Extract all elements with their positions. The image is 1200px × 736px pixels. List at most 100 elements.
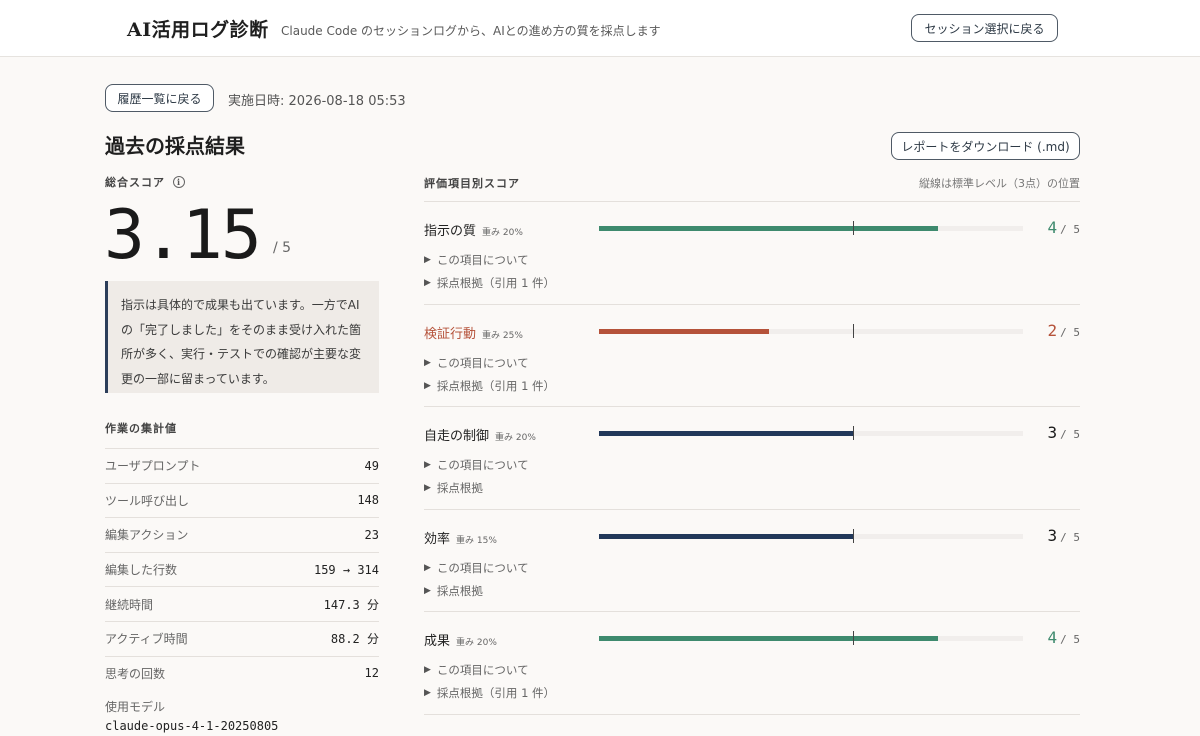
back-to-session-button[interactable]: セッション選択に戻る: [911, 14, 1058, 42]
score-bar-fill: [599, 431, 854, 437]
about-expander[interactable]: ▶ この項目について: [424, 560, 529, 576]
about-expander-label: この項目について: [436, 355, 529, 370]
evidence-expander[interactable]: ▶ 採点根拠: [424, 480, 483, 496]
triangle-right-icon: ▶: [424, 278, 431, 288]
evidence-expander-label: 採点根拠（引用 1 件）: [436, 686, 556, 701]
model-value: claude-opus-4-1-20250805: [105, 719, 279, 733]
standard-level-marker: [853, 323, 855, 338]
overall-summary: 指示は具体的で成果も出ています。一方でAIの「完了しました」をそのまま受け入れた…: [105, 281, 379, 393]
stat-value: 159 → 314: [313, 562, 379, 577]
score-bar-track: [599, 528, 1023, 543]
criterion-row: 成果 重み 20% 4/ 5 ▶ この項目について ▶ 採点根拠（引用 1 件）: [424, 611, 1080, 714]
stat-value: 147.3 分: [323, 597, 379, 612]
stat-row: 編集した行数 159 → 314: [105, 551, 379, 587]
app-title: AI活用ログ診断: [127, 19, 269, 41]
evidence-expander[interactable]: ▶ 採点根拠: [424, 583, 483, 599]
criterion-score-denominator: / 5: [1060, 530, 1080, 544]
score-bar-fill: [599, 226, 939, 231]
triangle-right-icon: ▶: [424, 585, 431, 596]
stat-label: アクティブ時間: [105, 632, 188, 647]
score-bar-fill: [599, 533, 854, 539]
stat-row: 思考の回数 12: [105, 655, 379, 691]
overall-score-label-text: 総合スコア: [105, 176, 165, 189]
triangle-right-icon: ▶: [424, 665, 431, 676]
stat-label: ツール呼び出し: [105, 493, 190, 508]
overall-score: 3.15: [104, 196, 262, 275]
criterion-name: 検証行動 重み 25%: [424, 323, 523, 342]
stat-value: 148: [357, 493, 379, 508]
evidence-expander[interactable]: ▶ 採点根拠（引用 1 件）: [424, 378, 555, 394]
criterion-weight: 重み 25%: [482, 330, 523, 341]
about-expander[interactable]: ▶ この項目について: [424, 355, 529, 371]
criterion-score: 2/ 5: [1047, 321, 1080, 340]
criterion-score-denominator: / 5: [1060, 633, 1080, 647]
about-expander-label: この項目について: [436, 560, 529, 575]
criterion-weight: 重み 15%: [456, 535, 497, 546]
criteria-divider: [424, 714, 1080, 715]
criterion-score-denominator: / 5: [1060, 325, 1080, 339]
criteria-list: 指示の質 重み 20% 4/ 5 ▶ この項目について ▶ 採点根拠（引用 1 件） 検証行動…: [424, 201, 1080, 714]
criterion-name: 自走の制御 重み 20%: [424, 425, 536, 444]
stat-label: 編集アクション: [105, 528, 189, 543]
criteria-note: 縦線は標準レベル（3点）の位置: [919, 177, 1080, 190]
about-expander-label: この項目について: [436, 663, 529, 678]
stats-list: ユーザプロンプト 49 ツール呼び出し 148 編集アクション 23 編集した行数 159 →…: [105, 448, 379, 690]
about-expander[interactable]: ▶ この項目について: [424, 252, 529, 268]
about-expander-label: この項目について: [436, 458, 529, 473]
evidence-expander-label: 採点根拠: [436, 583, 483, 598]
stat-row: アクティブ時間 88.2 分: [105, 620, 379, 656]
score-bar-track: [599, 631, 1023, 646]
criterion-name-text: 成果: [424, 634, 451, 650]
score-bar-fill: [599, 328, 769, 334]
criterion-score-value: 2: [1047, 320, 1058, 340]
score-bar-track: [599, 221, 1023, 235]
model-label: 使用モデル: [105, 700, 166, 714]
criterion-name-text: 自走の制御: [424, 429, 490, 445]
criterion-weight: 重み 20%: [456, 638, 497, 649]
evidence-expander[interactable]: ▶ 採点根拠（引用 1 件）: [424, 275, 555, 291]
criterion-weight: 重み 20%: [482, 228, 523, 238]
stat-row: ツール呼び出し 148: [105, 482, 379, 518]
stat-row: 編集アクション 23: [105, 517, 379, 552]
evidence-expander[interactable]: ▶ 採点根拠（引用 1 件）: [424, 685, 555, 701]
standard-level-marker: [853, 221, 855, 235]
triangle-right-icon: ▶: [424, 688, 431, 699]
criterion-name-text: 検証行動: [424, 326, 477, 342]
stat-value: 49: [364, 458, 379, 473]
overall-score-label: 総合スコア i: [105, 174, 185, 190]
stat-label: 編集した行数: [105, 563, 178, 578]
stats-heading: 作業の集計値: [105, 422, 177, 435]
criterion-score: 4/ 5: [1047, 218, 1080, 237]
triangle-right-icon: ▶: [424, 255, 431, 265]
overall-score-denominator: / 5: [273, 240, 292, 256]
info-icon[interactable]: i: [173, 176, 185, 188]
evidence-expander-label: 採点根拠: [436, 481, 483, 496]
criterion-score: 4/ 5: [1047, 628, 1080, 647]
about-expander[interactable]: ▶ この項目について: [424, 457, 529, 473]
stat-label: 継続時間: [105, 597, 154, 612]
criterion-row: 指示の質 重み 20% 4/ 5 ▶ この項目について ▶ 採点根拠（引用 1 件）: [424, 201, 1080, 304]
stat-value: 12: [364, 666, 379, 681]
stat-value: 23: [364, 527, 379, 542]
triangle-right-icon: ▶: [424, 483, 431, 494]
download-report-button[interactable]: レポートをダウンロード (.md): [891, 132, 1080, 160]
stat-row: 継続時間 147.3 分: [105, 586, 379, 621]
criterion-score-value: 4: [1047, 628, 1058, 648]
score-bar-track: [599, 426, 1023, 441]
criterion-score-value: 3: [1047, 423, 1058, 443]
stat-label: ユーザプロンプト: [105, 459, 201, 474]
criterion-weight: 重み 20%: [495, 433, 536, 444]
back-to-history-button[interactable]: 履歴一覧に戻る: [105, 84, 214, 112]
criterion-score: 3/ 5: [1047, 526, 1080, 545]
about-expander[interactable]: ▶ この項目について: [424, 662, 529, 678]
criterion-name: 指示の質 重み 20%: [424, 220, 523, 239]
evidence-expander-label: 採点根拠（引用 1 件）: [436, 276, 556, 290]
standard-level-marker: [853, 426, 855, 441]
criterion-name: 成果 重み 20%: [424, 630, 497, 649]
triangle-right-icon: ▶: [424, 460, 431, 471]
stat-value: 88.2 分: [330, 632, 379, 647]
score-bar-fill: [599, 636, 939, 642]
app-subtitle: Claude Code のセッションログから、AIとの進め方の質を採点します: [281, 24, 661, 38]
executed-at: 実施日時: 2026-08-18 05:53: [228, 94, 406, 109]
criterion-score-value: 3: [1047, 525, 1058, 545]
